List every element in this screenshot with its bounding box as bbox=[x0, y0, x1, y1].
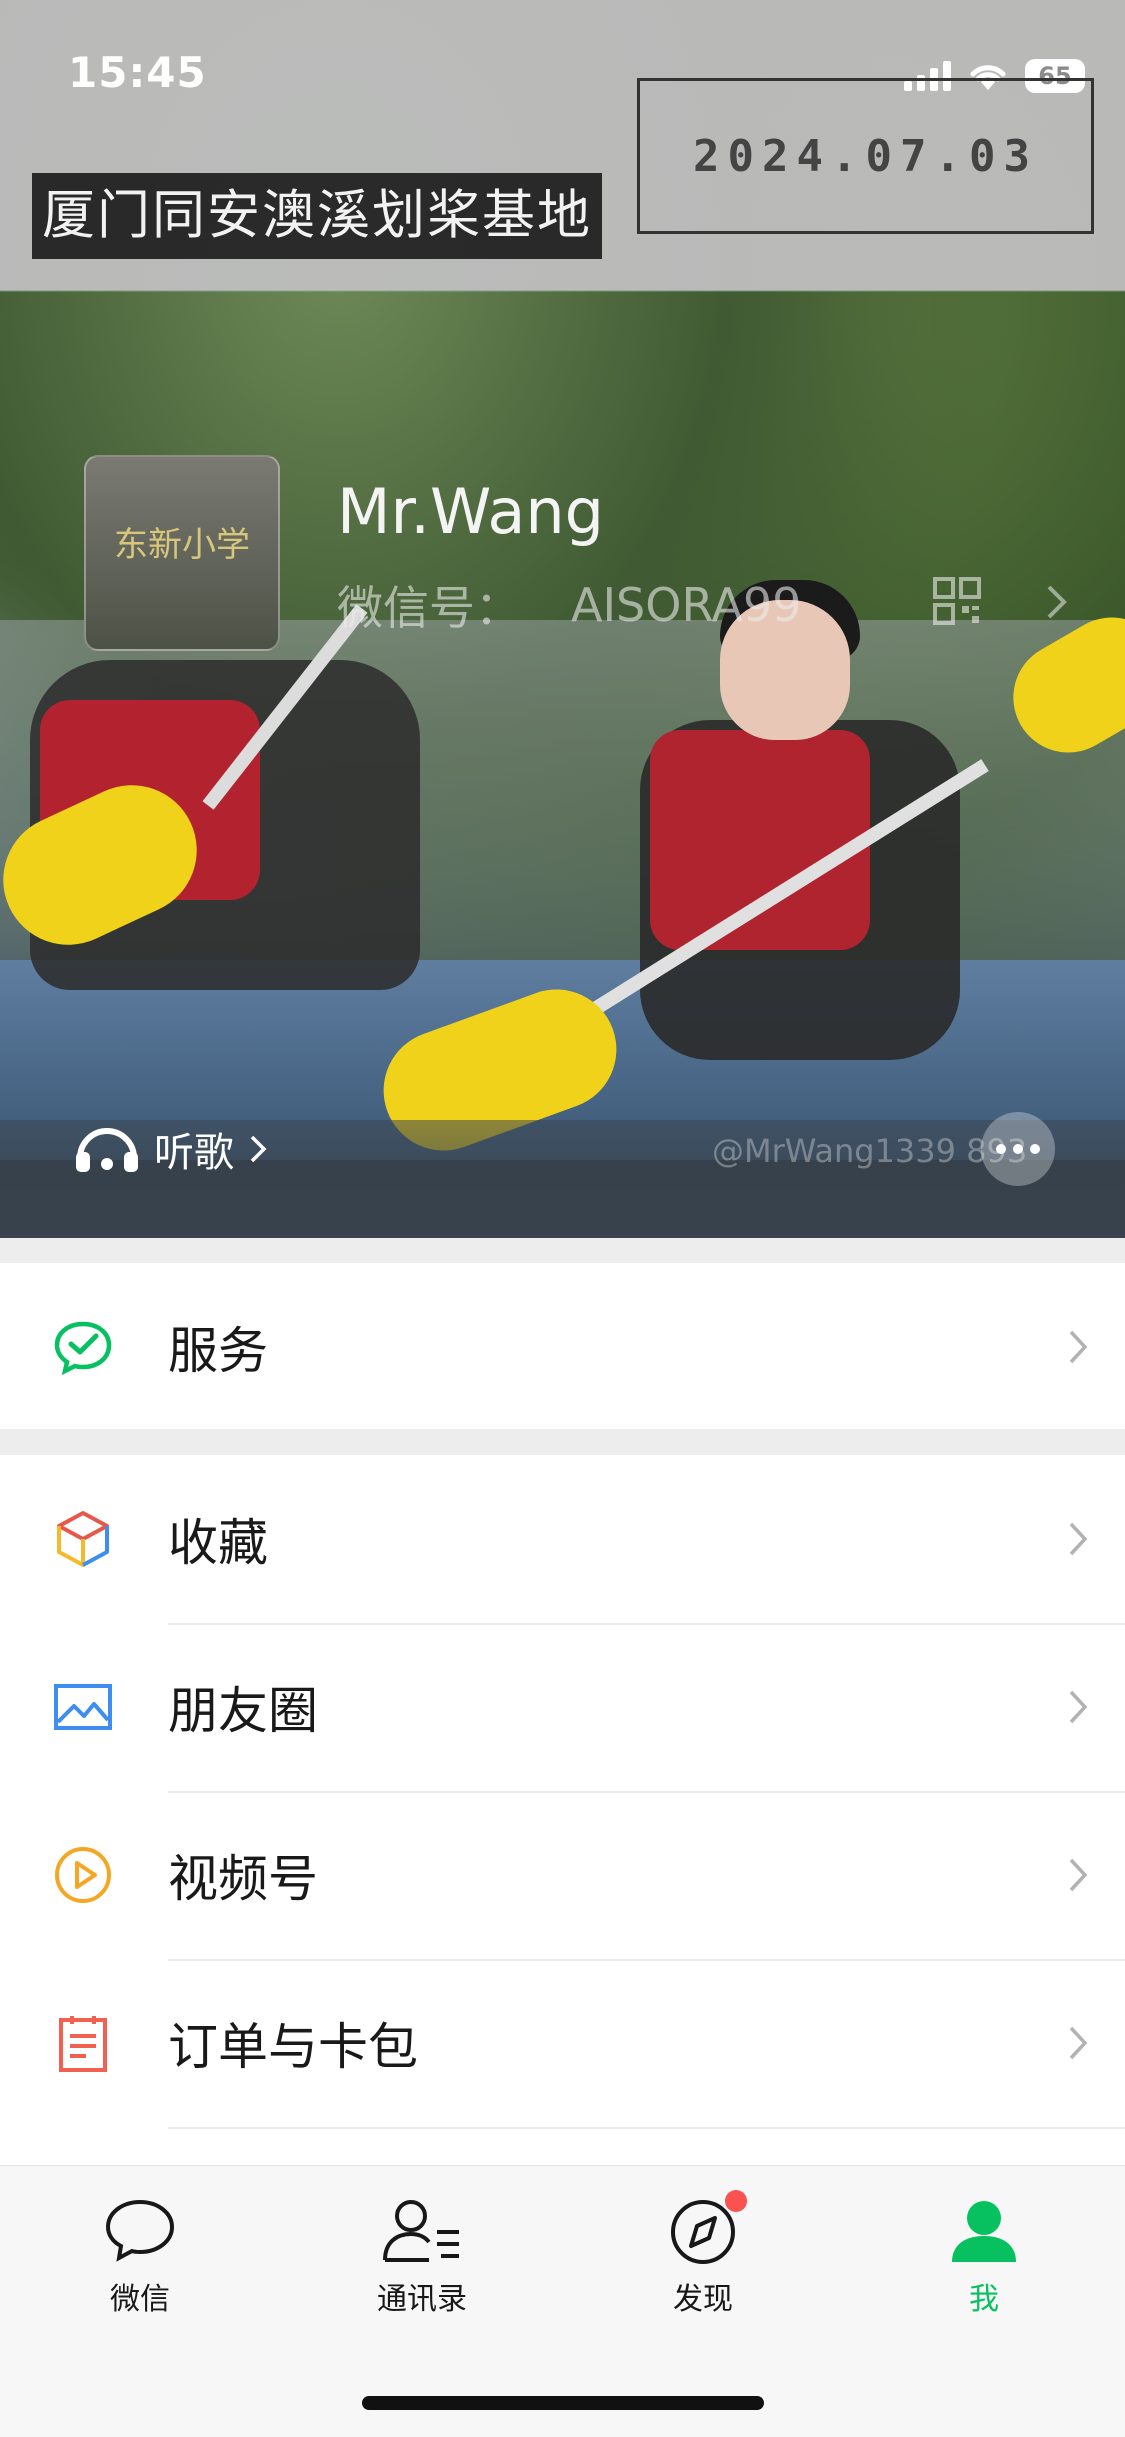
menu-item-moments[interactable]: 朋友圈 bbox=[0, 1623, 1125, 1791]
chevron-right-icon bbox=[250, 1135, 267, 1163]
favorites-cube-icon bbox=[57, 1511, 109, 1567]
orders-clipboard-icon bbox=[59, 2016, 107, 2072]
tab-label-chats: 微信 bbox=[110, 2282, 170, 2317]
tab-label-me: 我 bbox=[969, 2282, 999, 2317]
chevron-right-icon bbox=[1069, 1858, 1088, 1892]
tab-label-discover: 发现 bbox=[673, 2282, 733, 2317]
avatar[interactable]: 东新小学 bbox=[84, 455, 280, 651]
wechat-id-row[interactable]: 微信号： AISORA99 bbox=[337, 572, 802, 638]
wechat-id-value: AISORA99 bbox=[571, 578, 802, 632]
status-time: 15:45 bbox=[68, 48, 207, 97]
more-options-button[interactable] bbox=[981, 1112, 1055, 1186]
avatar-school-sign-text: 东新小学 bbox=[114, 525, 250, 565]
tab-chats[interactable]: 微信 bbox=[40, 2196, 240, 2318]
tab-me[interactable]: 我 bbox=[884, 2196, 1084, 2318]
channels-play-icon bbox=[55, 1847, 111, 1903]
menu-label-service: 服务 bbox=[168, 1322, 268, 1380]
notification-dot-icon bbox=[725, 2190, 747, 2212]
moments-photo-icon bbox=[54, 1684, 112, 1730]
photo-life-vest-right bbox=[650, 730, 870, 950]
menu-label-favorites: 收藏 bbox=[168, 1514, 268, 1572]
service-wechat-pay-icon bbox=[54, 1321, 112, 1376]
service-section: 服务 bbox=[0, 1263, 1125, 1429]
profile-nickname[interactable]: Mr.Wang bbox=[337, 475, 604, 548]
menu-label-moments: 朋友圈 bbox=[168, 1682, 318, 1740]
home-indicator[interactable] bbox=[362, 2396, 764, 2410]
menu-label-channels: 视频号 bbox=[168, 1850, 318, 1908]
chevron-right-icon bbox=[1069, 2026, 1088, 2060]
menu-item-orders[interactable]: 订单与卡包 bbox=[0, 1959, 1125, 2127]
weibo-watermark: @MrWang1339 893 bbox=[712, 1132, 1028, 1170]
more-dot-icon bbox=[996, 1144, 1006, 1154]
chat-bubble-icon bbox=[105, 2199, 175, 2262]
tab-label-contacts: 通讯录 bbox=[377, 2282, 467, 2317]
wechat-id-label: 微信号： bbox=[337, 581, 521, 635]
contacts-person-icon bbox=[383, 2200, 459, 2262]
location-tag: 厦门同安澳溪划桨基地 bbox=[32, 173, 602, 259]
date-stamp: 2024.07.03 bbox=[637, 78, 1094, 234]
menu-item-favorites[interactable]: 收藏 bbox=[0, 1455, 1125, 1623]
listen-music-button[interactable]: 听歌 bbox=[74, 1120, 268, 1178]
chevron-right-icon[interactable] bbox=[1046, 584, 1068, 620]
listen-label: 听歌 bbox=[154, 1130, 234, 1176]
discover-icon-wrap bbox=[665, 2190, 747, 2266]
tab-discover[interactable]: 发现 bbox=[603, 2190, 803, 2318]
chevron-right-icon bbox=[1069, 1690, 1088, 1724]
menu-label-orders: 订单与卡包 bbox=[168, 2018, 418, 2076]
chevron-right-icon bbox=[1069, 1522, 1088, 1556]
divider bbox=[168, 2127, 1125, 2129]
menu-item-service[interactable]: 服务 bbox=[0, 1263, 1125, 1431]
tab-contacts[interactable]: 通讯录 bbox=[322, 2196, 522, 2318]
menu-item-channels[interactable]: 视频号 bbox=[0, 1791, 1125, 1959]
qr-code-icon[interactable] bbox=[932, 576, 982, 626]
chevron-right-icon bbox=[1069, 1330, 1088, 1364]
main-menu-section: 收藏 朋友圈 视频号 订单与卡包 bbox=[0, 1455, 1125, 2165]
headphones-icon bbox=[76, 1128, 138, 1172]
me-person-icon bbox=[952, 2201, 1016, 2262]
